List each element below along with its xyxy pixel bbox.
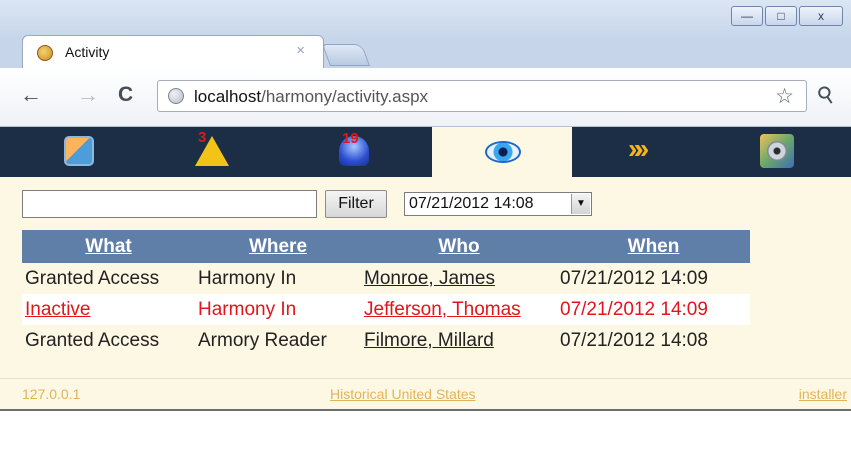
column-header-what[interactable]: What — [22, 230, 195, 263]
tab-title: Activity — [65, 44, 110, 60]
footer-site-link[interactable]: Historical United States — [330, 386, 476, 402]
column-header-when[interactable]: When — [557, 230, 750, 263]
cell-what: Granted Access — [22, 263, 195, 294]
cell-who-link[interactable]: Filmore, Millard — [361, 325, 557, 356]
browser-toolbar: ← → C localhost/harmony/activity.aspx ☆ … — [0, 68, 851, 127]
alarms-count-badge: 19 — [342, 130, 359, 147]
cell-where: Harmony In — [195, 294, 361, 325]
new-tab-button[interactable] — [321, 44, 371, 66]
url-path: /harmony/activity.aspx — [261, 87, 429, 106]
browser-window: — □ x Activity × ← → C localhost/harmony… — [0, 0, 851, 471]
cell-where: Armory Reader — [195, 325, 361, 356]
nav-item-alerts[interactable]: 3 — [143, 127, 287, 177]
page-info-icon[interactable] — [168, 88, 184, 104]
column-header-who[interactable]: Who — [361, 230, 557, 263]
cell-who-link[interactable]: Monroe, James — [361, 263, 557, 294]
bookmark-star-icon[interactable]: ☆ — [775, 84, 794, 109]
date-select-value: 07/21/2012 14:08 — [409, 195, 534, 212]
table-row: Granted Access Armory Reader Filmore, Mi… — [22, 325, 750, 356]
content-panel: Filter 07/21/2012 14:08 ▼ What Where Who… — [0, 177, 851, 411]
date-select[interactable]: 07/21/2012 14:08 ▼ — [404, 192, 592, 216]
activity-table: What Where Who When Granted Access Harmo… — [22, 230, 750, 356]
cell-when: 07/21/2012 14:09 — [557, 263, 750, 294]
browser-tab-activity[interactable]: Activity × — [22, 35, 324, 68]
nav-item-dashboard[interactable] — [0, 127, 143, 177]
back-icon[interactable]: ← — [20, 82, 42, 108]
table-row: Granted Access Harmony In Monroe, James … — [22, 263, 750, 294]
cell-what: Granted Access — [22, 325, 195, 356]
filter-button[interactable]: Filter — [325, 190, 387, 218]
table-header-row: What Where Who When — [22, 230, 750, 263]
table-row: Inactive Harmony In Jefferson, Thomas 07… — [22, 294, 750, 325]
dropdown-arrow-icon[interactable]: ▼ — [571, 194, 590, 214]
settings-icon — [760, 134, 794, 168]
close-window-button[interactable]: x — [799, 6, 843, 26]
url-text: localhost/harmony/activity.aspx — [194, 87, 428, 107]
alerts-count-badge: 3 — [198, 129, 207, 146]
cell-when: 07/21/2012 14:08 — [557, 325, 750, 356]
url-host: localhost — [194, 87, 262, 106]
eye-icon — [485, 141, 521, 163]
forward-icon[interactable]: → — [77, 82, 99, 108]
footer-user-link[interactable]: installer — [799, 386, 847, 402]
cell-what-link[interactable]: Inactive — [22, 294, 195, 325]
window-controls: — □ x — [731, 6, 843, 26]
column-header-where[interactable]: Where — [195, 230, 361, 263]
blocks-icon — [64, 136, 94, 166]
favicon-icon — [37, 45, 53, 61]
maximize-button[interactable]: □ — [765, 6, 797, 26]
cell-when: 07/21/2012 14:09 — [557, 294, 750, 325]
footer-ip-address: 127.0.0.1 — [22, 386, 81, 402]
tab-close-icon[interactable]: × — [296, 42, 305, 59]
cell-where: Harmony In — [195, 263, 361, 294]
page-content: Filter 07/21/2012 14:08 ▼ What Where Who… — [0, 177, 851, 471]
app-nav-bar: 3 19 »» — [0, 127, 851, 177]
address-bar[interactable]: localhost/harmony/activity.aspx ☆ — [157, 80, 807, 112]
reload-icon[interactable]: C — [118, 82, 133, 108]
nav-item-settings[interactable] — [712, 127, 851, 177]
filter-input[interactable] — [22, 190, 317, 218]
cell-who-link[interactable]: Jefferson, Thomas — [361, 294, 557, 325]
minimize-button[interactable]: — — [731, 6, 763, 26]
nav-item-forward[interactable]: »» — [572, 127, 712, 177]
wrench-menu-icon[interactable]: ⚲ — [812, 80, 840, 111]
page-footer: 127.0.0.1 Historical United States insta… — [0, 378, 851, 411]
nav-item-alarms[interactable]: 19 — [287, 127, 432, 177]
arrows-icon: »» — [628, 133, 649, 164]
nav-item-activity[interactable] — [432, 127, 572, 177]
